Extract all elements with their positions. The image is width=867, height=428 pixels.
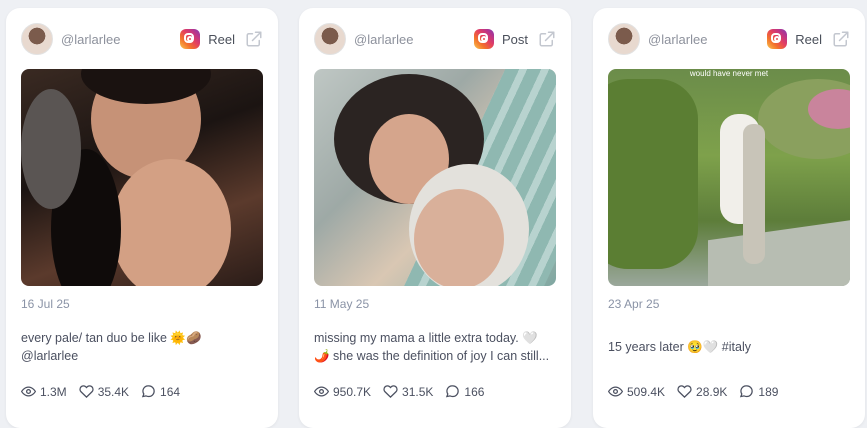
external-link-icon[interactable] [245, 30, 263, 48]
instagram-icon [180, 29, 201, 49]
eye-icon [608, 386, 623, 397]
caption-line: @larlarlee [21, 349, 79, 363]
likes-stat: 28.9K [677, 384, 727, 399]
heart-icon [383, 385, 398, 398]
avatar[interactable] [21, 23, 53, 55]
post-date: 11 May 25 [314, 297, 370, 311]
comment-icon [141, 385, 155, 398]
comments-count: 189 [758, 384, 779, 399]
likes-count: 28.9K [696, 384, 728, 399]
post-type-label: Reel [795, 31, 822, 47]
external-link-icon[interactable] [538, 30, 556, 48]
caption-line: every pale/ tan duo be like 🌞🥔 [21, 331, 202, 345]
comment-icon [446, 385, 460, 398]
post-caption: every pale/ tan duo be like 🌞🥔 @larlarle… [21, 329, 264, 365]
likes-stat: 31.5K [383, 384, 433, 399]
account-handle[interactable]: @larlarlee [354, 32, 474, 47]
avatar[interactable] [608, 23, 640, 55]
views-stat: 509.4K [608, 384, 665, 399]
views-stat: 950.7K [314, 384, 371, 399]
post-type-label: Post [501, 31, 528, 47]
post-type-label: Reel [208, 31, 235, 47]
card-header: @larlarlee Reel [608, 23, 850, 55]
post-stats: 1.3M 35.4K 164 [21, 384, 192, 399]
post-stats: 509.4K 28.9K 189 [608, 384, 790, 399]
views-count: 509.4K [627, 384, 666, 399]
heart-icon [79, 385, 94, 398]
account-handle[interactable]: @larlarlee [648, 32, 767, 47]
account-handle[interactable]: @larlarlee [61, 32, 180, 47]
instagram-icon [767, 29, 788, 49]
post-media[interactable]: would have never met [608, 69, 850, 286]
likes-count: 35.4K [97, 384, 130, 399]
caption-line: missing my mama a little extra today. 🤍 [314, 331, 538, 345]
comments-stat: 166 [445, 384, 484, 399]
card-header: @larlarlee Reel [21, 23, 263, 55]
instagram-icon [473, 29, 494, 49]
card-header: @larlarlee Post [314, 23, 556, 55]
media-overlay-text: would have never met [689, 69, 769, 78]
comment-icon [740, 385, 754, 398]
external-link-icon[interactable] [832, 30, 850, 48]
comments-count: 166 [464, 384, 485, 399]
views-count: 950.7K [333, 384, 372, 399]
post-card[interactable]: @larlarlee Post 11 May 25 missing my mam… [299, 8, 571, 428]
post-caption: 15 years later 🥹🤍 #italy [608, 338, 851, 356]
comments-count: 164 [160, 384, 181, 399]
post-date: 23 Apr 25 [608, 297, 660, 311]
post-caption: missing my mama a little extra today. 🤍 … [314, 329, 557, 365]
comments-stat: 189 [739, 384, 778, 399]
likes-count: 31.5K [402, 384, 434, 399]
views-stat: 1.3M [21, 384, 67, 399]
comments-stat: 164 [141, 384, 180, 399]
views-count: 1.3M [40, 384, 67, 399]
eye-icon [314, 386, 329, 397]
caption-line: 15 years later 🥹🤍 #italy [608, 340, 751, 354]
heart-icon [677, 385, 692, 398]
caption-line: 🌶️ she was the definition of joy I can s… [314, 349, 550, 363]
post-media[interactable] [314, 69, 556, 286]
eye-icon [21, 386, 36, 397]
post-card[interactable]: @larlarlee Reel 16 Jul 25 every pale/ ta… [6, 8, 278, 428]
likes-stat: 35.4K [79, 384, 129, 399]
post-stats: 950.7K 31.5K 166 [314, 384, 496, 399]
post-media[interactable] [21, 69, 263, 286]
post-date: 16 Jul 25 [21, 297, 70, 311]
avatar[interactable] [314, 23, 346, 55]
post-card[interactable]: @larlarlee Reel would have never met 23 … [593, 8, 865, 428]
